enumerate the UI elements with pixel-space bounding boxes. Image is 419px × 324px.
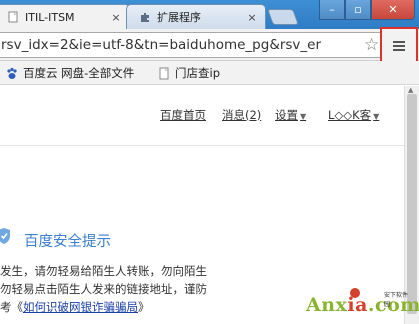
maximize-button[interactable]: ▫ xyxy=(345,0,371,20)
bookmark-store-ip[interactable]: 门店查ip xyxy=(158,65,220,81)
page-content: 百度首页 消息(2) 设置 ▼ L◇◇K客 ▼ ▲ 百度安全提示 发生，请勿轻易给陌… xyxy=(0,86,419,324)
anti-fraud-link[interactable]: 如何识破网银诈骗骗局 xyxy=(23,300,138,314)
toolbar: rsv_idx=2&ie=utf-8&tn=baiduhome_pg&rsv_e… xyxy=(0,27,419,65)
baidu-top-nav: 百度首页 消息(2) 设置 ▼ L◇◇K客 ▼ xyxy=(0,86,404,146)
bookmark-star-icon[interactable]: ☆ xyxy=(364,35,379,55)
hamburger-icon xyxy=(393,39,405,53)
page-icon xyxy=(7,11,19,23)
nav-user-label: L◇◇K客 xyxy=(328,108,372,122)
tab-extensions[interactable]: 扩展程序 × xyxy=(126,4,266,29)
logo-text-green: Anx xyxy=(306,294,348,316)
nav-baidu-home[interactable]: 百度首页 xyxy=(160,107,206,123)
notice-line-3-suffix: 》 xyxy=(138,300,150,314)
address-bar[interactable]: rsv_idx=2&ie=utf-8&tn=baiduhome_pg&rsv_e… xyxy=(0,32,386,58)
logo-tagline: 安下软件园 xyxy=(384,292,409,308)
notice-line-3-prefix: 考《 xyxy=(0,300,23,314)
address-text: rsv_idx=2&ie=utf-8&tn=baiduhome_pg&rsv_e… xyxy=(1,37,322,53)
nav-settings-label: 设置 xyxy=(275,108,298,122)
bookmark-label: 百度云 网盘-全部文件 xyxy=(23,66,135,80)
tab-strip: ITIL-ITSM × 扩展程序 × – ▫ ✕ xyxy=(0,0,419,29)
chevron-down-icon: ▼ xyxy=(300,112,307,121)
chevron-down-icon: ▼ xyxy=(373,112,380,121)
shield-icon xyxy=(0,227,12,245)
minimize-button[interactable]: – xyxy=(319,0,345,20)
logo-text-red: ia xyxy=(347,294,368,316)
new-tab-button[interactable] xyxy=(267,9,299,25)
tab-title: 扩展程序 xyxy=(157,11,201,24)
close-icon[interactable]: × xyxy=(109,11,123,24)
bookmarks-bar: 百度云 网盘-全部文件 门店查ip xyxy=(0,61,419,85)
menu-button[interactable] xyxy=(380,27,418,65)
page-icon xyxy=(158,67,170,80)
close-icon[interactable]: × xyxy=(245,11,259,24)
scroll-up-icon[interactable]: ▲ xyxy=(408,86,413,94)
puzzle-icon xyxy=(139,11,151,23)
window-close-button[interactable]: ✕ xyxy=(371,0,415,20)
baidu-paw-icon xyxy=(6,67,18,80)
bookmark-baidu-cloud[interactable]: 百度云 网盘-全部文件 xyxy=(6,65,134,81)
watermark-logo: Anxia.com 安下软件园 xyxy=(306,284,419,322)
nav-settings[interactable]: 设置 ▼ xyxy=(275,107,306,123)
notice-line-1: 发生，请勿轻易给陌生人转账，勿向陌生 xyxy=(0,264,207,278)
scroll-thumb[interactable] xyxy=(407,94,417,314)
safety-title: 百度安全提示 xyxy=(24,234,111,250)
nav-user[interactable]: L◇◇K客 ▼ xyxy=(328,107,379,123)
window-controls: – ▫ ✕ xyxy=(319,0,415,20)
bookmark-label: 门店查ip xyxy=(175,66,220,80)
nav-messages[interactable]: 消息(2) xyxy=(222,107,261,123)
tab-title: ITIL-ITSM xyxy=(25,10,75,24)
tab-itil-itsm[interactable]: ITIL-ITSM × xyxy=(0,4,130,29)
